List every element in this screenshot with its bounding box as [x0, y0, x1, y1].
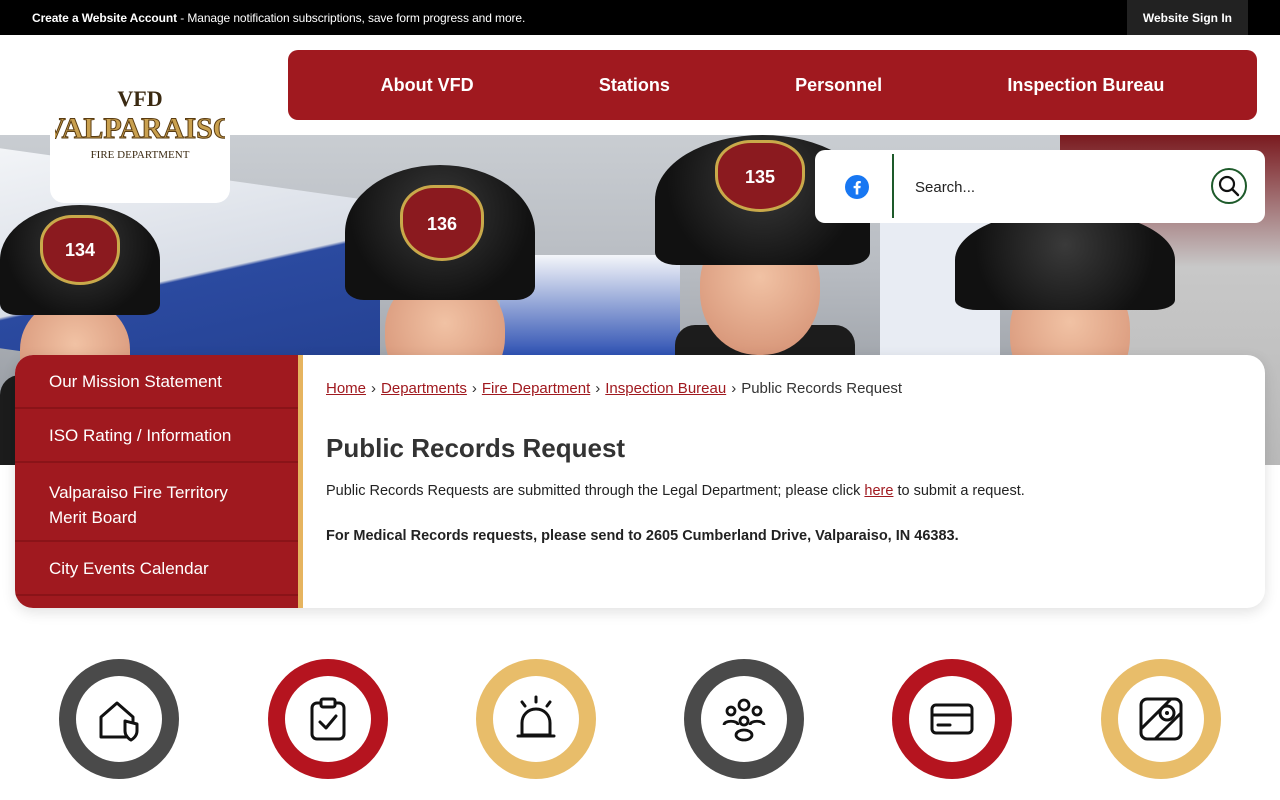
page-title: Public Records Request — [326, 433, 626, 463]
breadcrumb-separator: › — [371, 380, 377, 397]
search-icon — [1218, 175, 1240, 197]
here-link[interactable]: here — [864, 483, 893, 499]
vfd-logo-icon: VFD VALPARAISO FIRE DEPARTMENT — [55, 86, 225, 161]
medical-records-paragraph: For Medical Records requests, please sen… — [326, 528, 959, 544]
breadcrumb: Home › Departments › Fire Department › Inspect… — [326, 380, 902, 397]
nav-about-vfd[interactable]: About VFD — [381, 75, 474, 96]
sidebar-item-mission-statement[interactable]: Our Mission Statement — [15, 355, 298, 409]
sidebar-item-label: City Events Calendar — [49, 559, 209, 578]
records-request-paragraph: Public Records Requests are submitted th… — [326, 483, 1025, 499]
sidebar-item-iso-rating[interactable]: ISO Rating / Information — [15, 409, 298, 463]
breadcrumb-departments[interactable]: Departments — [381, 380, 467, 397]
nav-stations[interactable]: Stations — [599, 75, 670, 96]
quicklink-map[interactable] — [1101, 659, 1221, 779]
site-logo[interactable]: VFD VALPARAISO FIRE DEPARTMENT — [50, 50, 230, 203]
nav-inspection-bureau[interactable]: Inspection Bureau — [1007, 75, 1164, 96]
sign-in-button[interactable]: Website Sign In — [1126, 0, 1248, 35]
paragraph-text: to submit a request. — [893, 483, 1025, 499]
nav-personnel[interactable]: Personnel — [795, 75, 882, 96]
people-group-icon — [722, 698, 766, 742]
search-divider — [892, 154, 894, 218]
search-box — [815, 150, 1265, 223]
alarm-siren-icon — [516, 695, 556, 738]
map-pin-icon — [1139, 697, 1183, 741]
paragraph-text: Public Records Requests are submitted th… — [326, 483, 865, 499]
sidebar-item-label: ISO Rating / Information — [49, 426, 232, 445]
breadcrumb-current: Public Records Request — [741, 380, 903, 397]
sidebar-item-label: Valparaiso Fire Territory — [49, 483, 228, 502]
sidebar-item-merit-board[interactable]: Valparaiso Fire Territory Merit Board — [15, 463, 298, 542]
create-account-message: Create a Website Account - Manage notifi… — [32, 11, 525, 25]
sidebar-item-label: Merit Board — [49, 508, 137, 527]
helmet-number: 135 — [744, 167, 776, 187]
helmet-number: 134 — [64, 240, 96, 260]
breadcrumb-separator: › — [471, 380, 477, 397]
breadcrumb-separator: › — [595, 380, 601, 397]
helmet-number: 136 — [426, 214, 458, 234]
quicklink-house-shield[interactable] — [59, 659, 179, 779]
search-input[interactable] — [915, 174, 1195, 200]
top-bar: Create a Website Account - Manage notifi… — [0, 0, 1280, 35]
svg-text:VALPARAISO: VALPARAISO — [55, 112, 225, 145]
breadcrumb-home[interactable]: Home — [326, 380, 366, 397]
quicklink-payment[interactable] — [892, 659, 1012, 779]
credit-card-icon — [930, 703, 974, 735]
breadcrumb-fire-department[interactable]: Fire Department — [482, 380, 590, 397]
svg-text:FIRE DEPARTMENT: FIRE DEPARTMENT — [91, 149, 190, 161]
sidebar-item-city-events-calendar[interactable]: City Events Calendar — [15, 542, 298, 596]
sidebar-navigation: Our Mission Statement ISO Rating / Infor… — [15, 355, 303, 608]
create-account-description: - Manage notification subscriptions, sav… — [176, 11, 526, 25]
search-button[interactable] — [1211, 168, 1247, 204]
house-shield-icon — [99, 701, 139, 742]
breadcrumb-separator: › — [731, 380, 737, 397]
quicklink-alarm[interactable] — [476, 659, 596, 779]
main-navigation: About VFD Stations Personnel Inspection … — [288, 50, 1257, 120]
facebook-icon[interactable] — [845, 175, 869, 199]
breadcrumb-inspection-bureau[interactable]: Inspection Bureau — [605, 380, 726, 397]
create-account-link[interactable]: Create a Website Account — [32, 11, 177, 25]
sidebar-item-label: Our Mission Statement — [49, 372, 222, 391]
svg-text:VFD: VFD — [117, 86, 162, 111]
clipboard-check-icon — [310, 697, 346, 741]
quicklink-clipboard[interactable] — [268, 659, 388, 779]
quicklink-people[interactable] — [684, 659, 804, 779]
